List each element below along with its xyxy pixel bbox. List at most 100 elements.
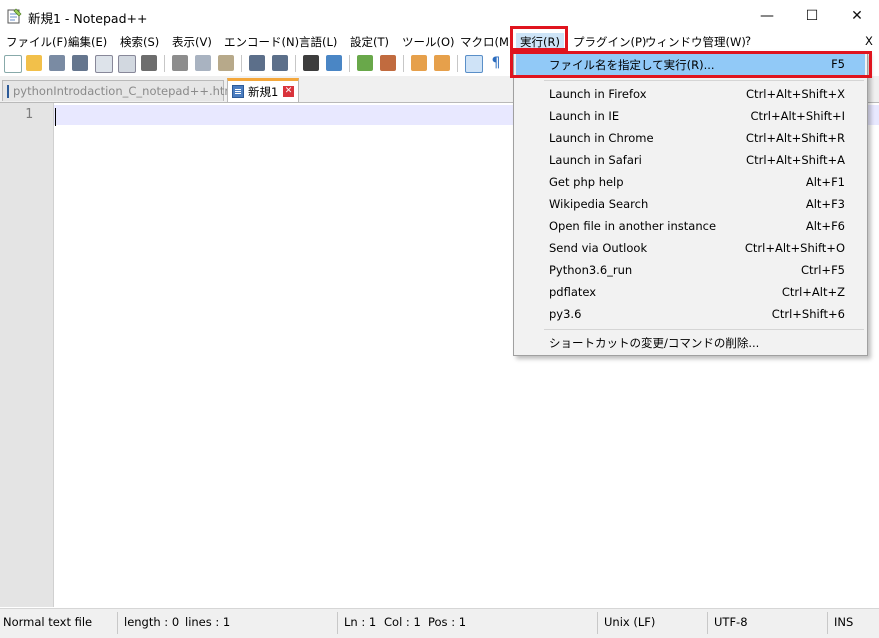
status-insert-mode: INS — [834, 615, 854, 629]
menu-help[interactable]: ? — [745, 34, 751, 48]
close-all-icon[interactable] — [118, 55, 136, 73]
menu-settings[interactable]: 設定(T) — [350, 34, 389, 50]
menu-item-shortcut: Ctrl+Alt+Shift+O — [744, 241, 845, 255]
run-menu-item-php-help[interactable]: Get php help Alt+F1 — [516, 172, 865, 193]
copy-icon[interactable] — [195, 55, 211, 71]
text-caret — [55, 108, 56, 126]
sync-vertical-icon[interactable] — [411, 55, 427, 71]
maximize-button[interactable]: ☐ — [789, 0, 835, 32]
close-document-button[interactable]: X — [865, 34, 873, 48]
tab-label: pythonIntrodaction_C_notepad++.html — [13, 84, 239, 98]
run-menu-item-firefox[interactable]: Launch in Firefox Ctrl+Alt+Shift+X — [516, 84, 865, 105]
menu-search[interactable]: 検索(S) — [120, 34, 159, 50]
toolbar-divider — [457, 55, 458, 72]
status-divider — [337, 612, 338, 634]
run-menu-item-run[interactable]: ファイル名を指定して実行(R)... F5 — [516, 54, 865, 75]
open-file-icon[interactable] — [26, 55, 42, 71]
menu-item-label: ショートカットの変更/コマンドの削除... — [549, 336, 760, 350]
undo-icon[interactable] — [249, 55, 265, 71]
cut-icon[interactable] — [172, 55, 188, 71]
minimize-button[interactable]: — — [744, 0, 790, 32]
status-file-type: Normal text file — [3, 615, 93, 629]
run-menu-item-chrome[interactable]: Launch in Chrome Ctrl+Alt+Shift+R — [516, 128, 865, 149]
save-icon[interactable] — [49, 55, 65, 71]
title-bar: 新規1 - Notepad++ — ☐ ✕ — [0, 0, 879, 32]
run-menu-item-py36[interactable]: py3.6 Ctrl+Shift+6 — [516, 304, 865, 325]
menu-item-label: Python3.6_run — [549, 263, 633, 277]
status-position: Pos : 1 — [428, 615, 467, 629]
menu-item-label: py3.6 — [549, 307, 582, 321]
menu-item-shortcut: Ctrl+Alt+Shift+A — [746, 153, 845, 167]
status-divider — [827, 612, 828, 634]
toolbar-divider — [349, 55, 350, 72]
menu-edit[interactable]: 編集(E) — [68, 34, 107, 50]
tab-close-icon[interactable]: ✕ — [283, 86, 294, 97]
replace-icon[interactable] — [326, 55, 342, 71]
run-menu-item-wikipedia[interactable]: Wikipedia Search Alt+F3 — [516, 194, 865, 215]
menu-item-shortcut: Ctrl+Alt+Z — [781, 285, 845, 299]
menu-item-label: Launch in Safari — [549, 153, 642, 167]
status-divider — [117, 612, 118, 634]
run-menu-item-ie[interactable]: Launch in IE Ctrl+Alt+Shift+I — [516, 106, 865, 127]
toolbar-divider — [241, 55, 242, 72]
run-menu-item-pdflatex[interactable]: pdflatex Ctrl+Alt+Z — [516, 282, 865, 303]
tab-label: 新規1 — [248, 84, 279, 99]
menu-item-label: Launch in Chrome — [549, 131, 654, 145]
run-menu-item-outlook[interactable]: Send via Outlook Ctrl+Alt+Shift+O — [516, 238, 865, 259]
status-line: Ln : 1 — [344, 615, 377, 629]
menu-item-label: Launch in IE — [549, 109, 620, 123]
notepad-icon — [7, 8, 22, 24]
zoom-out-icon[interactable] — [380, 55, 396, 71]
menu-item-label: Open file in another instance — [549, 219, 717, 233]
status-column: Col : 1 — [384, 615, 421, 629]
sync-horizontal-icon[interactable] — [434, 55, 450, 71]
find-icon[interactable] — [303, 55, 319, 71]
print-icon[interactable] — [141, 55, 157, 71]
document-icon — [232, 85, 244, 98]
close-window-button[interactable]: ✕ — [834, 0, 879, 32]
menu-item-label: Send via Outlook — [549, 241, 648, 255]
menu-file[interactable]: ファイル(F) — [6, 34, 68, 50]
word-wrap-icon[interactable] — [465, 55, 483, 73]
run-menu-item-modify-shortcuts[interactable]: ショートカットの変更/コマンドの削除... — [516, 332, 865, 353]
close-file-icon[interactable] — [95, 55, 113, 73]
window-title: 新規1 - Notepad++ — [28, 11, 148, 26]
status-length: length : 0 — [124, 615, 180, 629]
show-all-characters-icon[interactable]: ¶ — [488, 55, 504, 71]
redo-icon[interactable] — [272, 55, 288, 71]
menu-item-shortcut: Ctrl+Alt+Shift+R — [745, 131, 845, 145]
menu-run[interactable]: 実行(R) — [516, 33, 564, 51]
menu-item-shortcut: Ctrl+Alt+Shift+X — [746, 87, 845, 101]
tab-python-introduction[interactable]: pythonIntrodaction_C_notepad++.html ✕ — [2, 80, 247, 101]
menu-language[interactable]: 言語(L) — [299, 34, 337, 50]
toolbar-divider — [295, 55, 296, 72]
save-all-icon[interactable] — [72, 55, 88, 71]
menu-separator — [544, 329, 864, 330]
menu-item-shortcut: Ctrl+Alt+Shift+I — [750, 109, 845, 123]
menu-view[interactable]: 表示(V) — [172, 34, 212, 50]
status-divider — [707, 612, 708, 634]
document-icon — [7, 84, 9, 98]
menu-item-shortcut: F5 — [831, 57, 845, 71]
line-number: 1 — [25, 107, 33, 122]
menu-item-shortcut: Alt+F6 — [805, 219, 845, 233]
menu-plugins[interactable]: プラグイン(P) — [573, 34, 646, 50]
run-menu-item-python-run[interactable]: Python3.6_run Ctrl+F5 — [516, 260, 865, 281]
menu-item-label: ファイル名を指定して実行(R)... — [549, 58, 715, 72]
new-file-icon[interactable] — [4, 55, 22, 73]
run-menu-item-safari[interactable]: Launch in Safari Ctrl+Alt+Shift+A — [516, 150, 865, 171]
zoom-in-icon[interactable] — [357, 55, 373, 71]
menu-macro[interactable]: マクロ(M) — [460, 34, 513, 50]
menu-window[interactable]: ウィンドウ管理(W) — [645, 34, 746, 50]
menu-item-label: Get php help — [549, 175, 624, 189]
run-menu-item-another-instance[interactable]: Open file in another instance Alt+F6 — [516, 216, 865, 237]
menu-item-shortcut: Ctrl+F5 — [800, 263, 845, 277]
line-number-gutter: 1 — [0, 103, 54, 607]
menu-tools[interactable]: ツール(O) — [402, 34, 455, 50]
paste-icon[interactable] — [218, 55, 234, 71]
menu-item-label: pdflatex — [549, 285, 597, 299]
menu-encoding[interactable]: エンコード(N) — [224, 34, 299, 50]
tab-new1[interactable]: 新規1 ✕ — [227, 78, 299, 102]
maximize-icon: ☐ — [805, 8, 819, 24]
status-bar: Normal text file length : 0 lines : 1 Ln… — [0, 608, 879, 638]
